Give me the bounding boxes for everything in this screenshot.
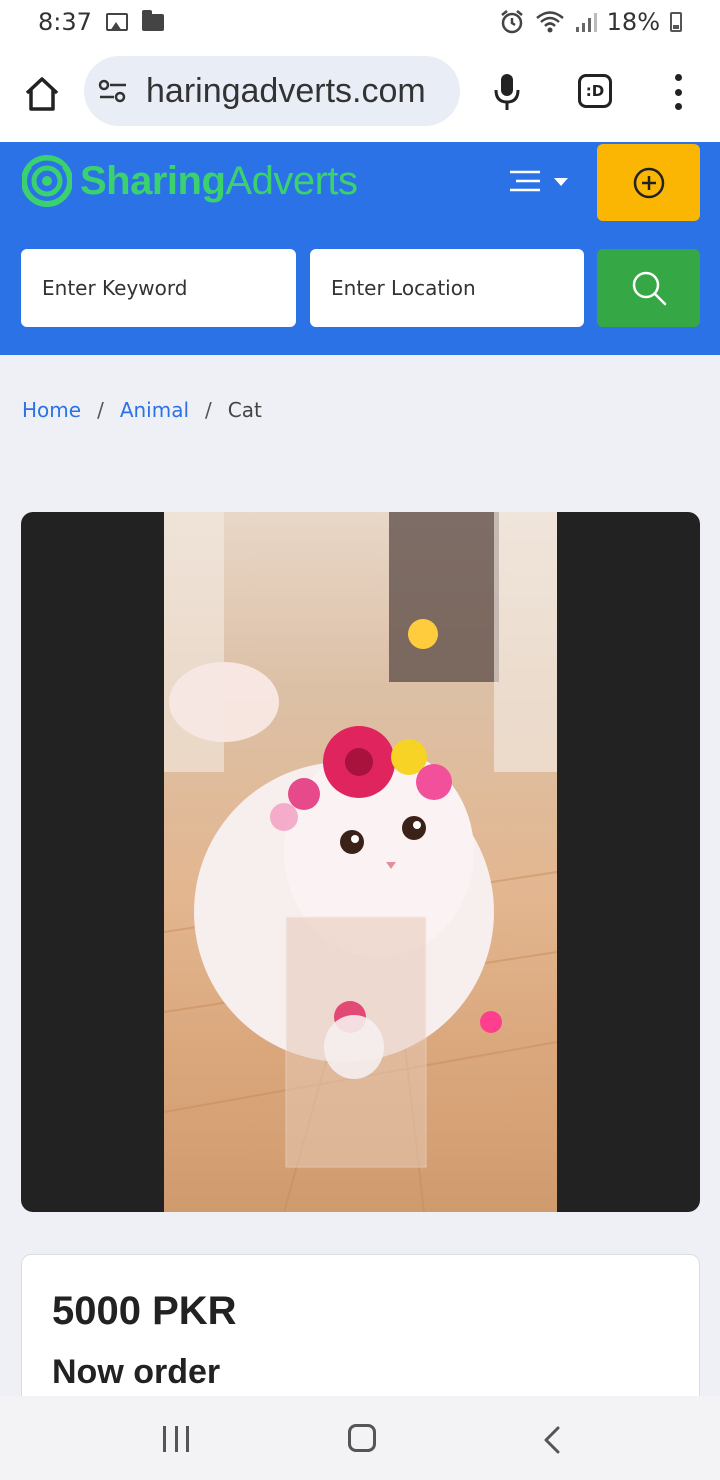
system-nav-bar xyxy=(0,1396,720,1480)
listing-photo[interactable] xyxy=(164,512,557,1212)
breadcrumb-animal[interactable]: Animal xyxy=(120,398,189,422)
listing-price: 5000 PKR xyxy=(52,1289,237,1333)
logo-text-light: Adverts xyxy=(225,158,358,203)
status-bar: 8:37 18% xyxy=(0,0,720,44)
site-settings-icon[interactable] xyxy=(98,79,128,103)
back-icon[interactable] xyxy=(540,1426,564,1454)
order-now-heading[interactable]: Now order xyxy=(52,1353,220,1392)
url-text[interactable]: haringadverts.com xyxy=(146,72,426,111)
battery-icon xyxy=(670,12,682,32)
listing-gallery[interactable] xyxy=(21,512,700,1212)
address-bar[interactable]: haringadverts.com xyxy=(84,56,460,126)
browser-toolbar: haringadverts.com :D xyxy=(0,44,720,142)
logo-mark-icon xyxy=(22,155,72,207)
wifi-icon xyxy=(535,11,564,33)
mic-icon[interactable] xyxy=(490,72,524,112)
search-button[interactable] xyxy=(597,249,700,327)
alarm-icon xyxy=(500,10,523,34)
post-ad-button[interactable] xyxy=(597,144,700,221)
battery-percent: 18% xyxy=(606,8,660,36)
breadcrumb-separator: / xyxy=(205,398,212,422)
home-circle-icon[interactable] xyxy=(348,1424,376,1452)
menu-toggle-icon[interactable] xyxy=(508,168,572,196)
more-vert-icon[interactable] xyxy=(668,74,688,110)
image-icon xyxy=(105,13,128,31)
breadcrumb: Home / Animal / Cat xyxy=(22,398,262,422)
logo-text: SharingAdverts xyxy=(80,159,358,204)
breadcrumb-home[interactable]: Home xyxy=(22,398,81,422)
recent-apps-icon[interactable] xyxy=(163,1426,189,1452)
tab-switcher-icon[interactable]: :D xyxy=(578,74,612,108)
search-icon xyxy=(632,271,666,306)
folder-icon xyxy=(141,9,164,31)
breadcrumb-separator: / xyxy=(97,398,104,422)
site-logo[interactable]: SharingAdverts xyxy=(22,148,358,214)
location-input[interactable] xyxy=(310,249,584,327)
keyword-input[interactable] xyxy=(21,249,296,327)
signal-icon xyxy=(575,13,597,32)
breadcrumb-current: Cat xyxy=(227,398,262,422)
logo-text-bold: Sharing xyxy=(80,158,226,203)
plus-circle-icon xyxy=(633,167,664,198)
status-time: 8:37 xyxy=(38,8,92,36)
cat-photo-illustration xyxy=(164,512,557,1212)
site-header: SharingAdverts xyxy=(0,142,720,355)
home-icon[interactable] xyxy=(22,74,62,114)
